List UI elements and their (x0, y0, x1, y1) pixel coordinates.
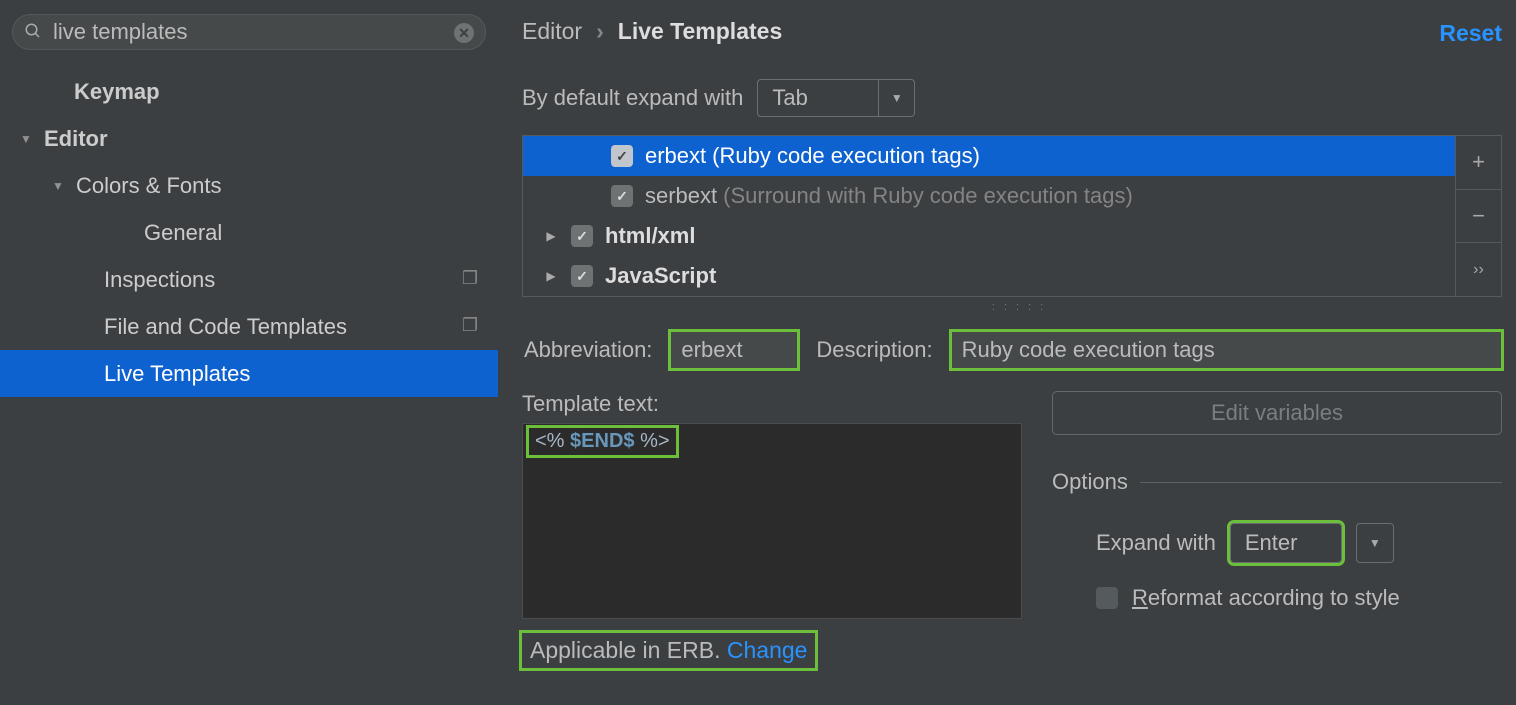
list-side-toolbar: + − ›› (1456, 135, 1502, 297)
default-expand-select[interactable]: Tab ▼ (757, 79, 915, 117)
chevron-down-icon: ▼ (1357, 524, 1393, 562)
tree-label: General (144, 220, 222, 246)
template-text-section: Template text: <% $END$ %> Applicable in… (522, 391, 1502, 668)
abbrev-input[interactable] (670, 331, 798, 369)
tree-label: Live Templates (104, 361, 250, 387)
template-text-editor[interactable]: <% $END$ %> (522, 423, 1022, 619)
tree-item-inspections[interactable]: Inspections ❐ (0, 256, 498, 303)
expand-with-row: Expand with Enter ▼ (1052, 523, 1502, 563)
template-group-html-xml[interactable]: ▶ html/xml (523, 216, 1455, 256)
expand-with-label: Expand with (1096, 530, 1216, 556)
settings-tree: Keymap Editor Colors & Fonts General Ins… (0, 58, 498, 397)
template-list[interactable]: erbext (Ruby code execution tags) serbex… (522, 135, 1456, 297)
checkbox-checked-icon[interactable] (571, 225, 593, 247)
expand-arrow-icon[interactable]: ▶ (531, 269, 571, 283)
template-item-serbext[interactable]: serbext (Surround with Ruby code executi… (523, 176, 1455, 216)
breadcrumb: Editor › Live Templates (522, 18, 1516, 45)
checkbox-checked-icon[interactable] (611, 185, 633, 207)
tree-item-live-templates[interactable]: Live Templates (0, 350, 498, 397)
template-name: erbext (645, 143, 706, 169)
project-overlay-icon: ❐ (462, 268, 478, 289)
expand-with-select[interactable]: Enter (1230, 523, 1342, 563)
select-value: Enter (1231, 530, 1341, 556)
remove-button[interactable]: − (1456, 190, 1501, 244)
code-variable: $END$ (570, 430, 634, 452)
project-overlay-icon: ❐ (462, 315, 478, 336)
checkbox-checked-icon[interactable] (571, 265, 593, 287)
abbrev-label: Abbreviation: (524, 337, 652, 363)
options-header: Options (1052, 469, 1502, 495)
search-icon (24, 22, 42, 45)
search-input[interactable] (12, 14, 486, 50)
breadcrumb-parent[interactable]: Editor (522, 18, 582, 45)
checkbox-checked-icon[interactable] (611, 145, 633, 167)
tree-label: Keymap (74, 79, 160, 105)
template-name: serbext (645, 183, 717, 209)
divider (1140, 482, 1502, 483)
grip-handle-icon[interactable]: : : : : : (522, 301, 1516, 313)
expand-arrow-icon[interactable]: ▶ (531, 229, 571, 243)
expand-arrow-icon[interactable] (52, 179, 76, 193)
expand-arrow-icon[interactable] (20, 132, 44, 146)
desc-input[interactable] (951, 331, 1502, 369)
template-desc: (Surround with Ruby code execution tags) (723, 183, 1133, 209)
select-value: Tab (758, 85, 878, 111)
edit-variables-button: Edit variables (1052, 391, 1502, 435)
reformat-row[interactable]: Reformat according to style (1052, 585, 1502, 611)
template-group-javascript[interactable]: ▶ JavaScript (523, 256, 1455, 296)
reformat-label: Reformat according to style (1132, 585, 1400, 611)
breadcrumb-current: Live Templates (618, 18, 782, 45)
tree-label: Inspections (104, 267, 215, 293)
template-item-erbext[interactable]: erbext (Ruby code execution tags) (523, 136, 1455, 176)
tree-label: File and Code Templates (104, 314, 347, 340)
tree-label: Editor (44, 126, 108, 152)
clear-icon[interactable]: ✕ (454, 23, 474, 43)
desc-label: Description: (816, 337, 932, 363)
settings-sidebar: ✕ Keymap Editor Colors & Fonts General I… (0, 0, 498, 705)
tree-item-keymap[interactable]: Keymap (0, 68, 498, 115)
code-token: %> (640, 430, 669, 452)
applicable-text: Applicable in ERB. (530, 637, 721, 663)
default-expand-row: By default expand with Tab ▼ (522, 79, 1516, 117)
change-link[interactable]: Change (727, 637, 808, 663)
group-name: html/xml (605, 223, 695, 249)
abbrev-desc-row: Abbreviation: Description: (524, 331, 1516, 369)
expand-with-dropdown[interactable]: ▼ (1356, 523, 1394, 563)
tree-label: Colors & Fonts (76, 173, 222, 199)
options-label: Options (1052, 469, 1128, 495)
tree-item-editor[interactable]: Editor (0, 115, 498, 162)
more-button[interactable]: ›› (1456, 243, 1501, 296)
tree-item-file-code-templates[interactable]: File and Code Templates ❐ (0, 303, 498, 350)
template-list-container: erbext (Ruby code execution tags) serbex… (522, 135, 1502, 297)
chevron-right-icon: › (596, 18, 604, 45)
template-text-label: Template text: (522, 391, 1022, 417)
template-desc: (Ruby code execution tags) (712, 143, 980, 169)
tree-item-colors-fonts[interactable]: Colors & Fonts (0, 162, 498, 209)
chevron-down-icon: ▼ (878, 80, 914, 116)
template-code-highlight: <% $END$ %> (529, 428, 676, 455)
default-expand-label: By default expand with (522, 85, 743, 111)
checkbox-unchecked-icon[interactable] (1096, 587, 1118, 609)
code-token: <% (535, 430, 564, 452)
reset-button[interactable]: Reset (1439, 20, 1502, 47)
tree-item-general[interactable]: General (0, 209, 498, 256)
settings-main-panel: Editor › Live Templates Reset By default… (498, 0, 1516, 705)
group-name: JavaScript (605, 263, 716, 289)
search-container: ✕ (0, 14, 498, 58)
add-button[interactable]: + (1456, 136, 1501, 190)
applicable-context: Applicable in ERB. Change (522, 633, 815, 668)
